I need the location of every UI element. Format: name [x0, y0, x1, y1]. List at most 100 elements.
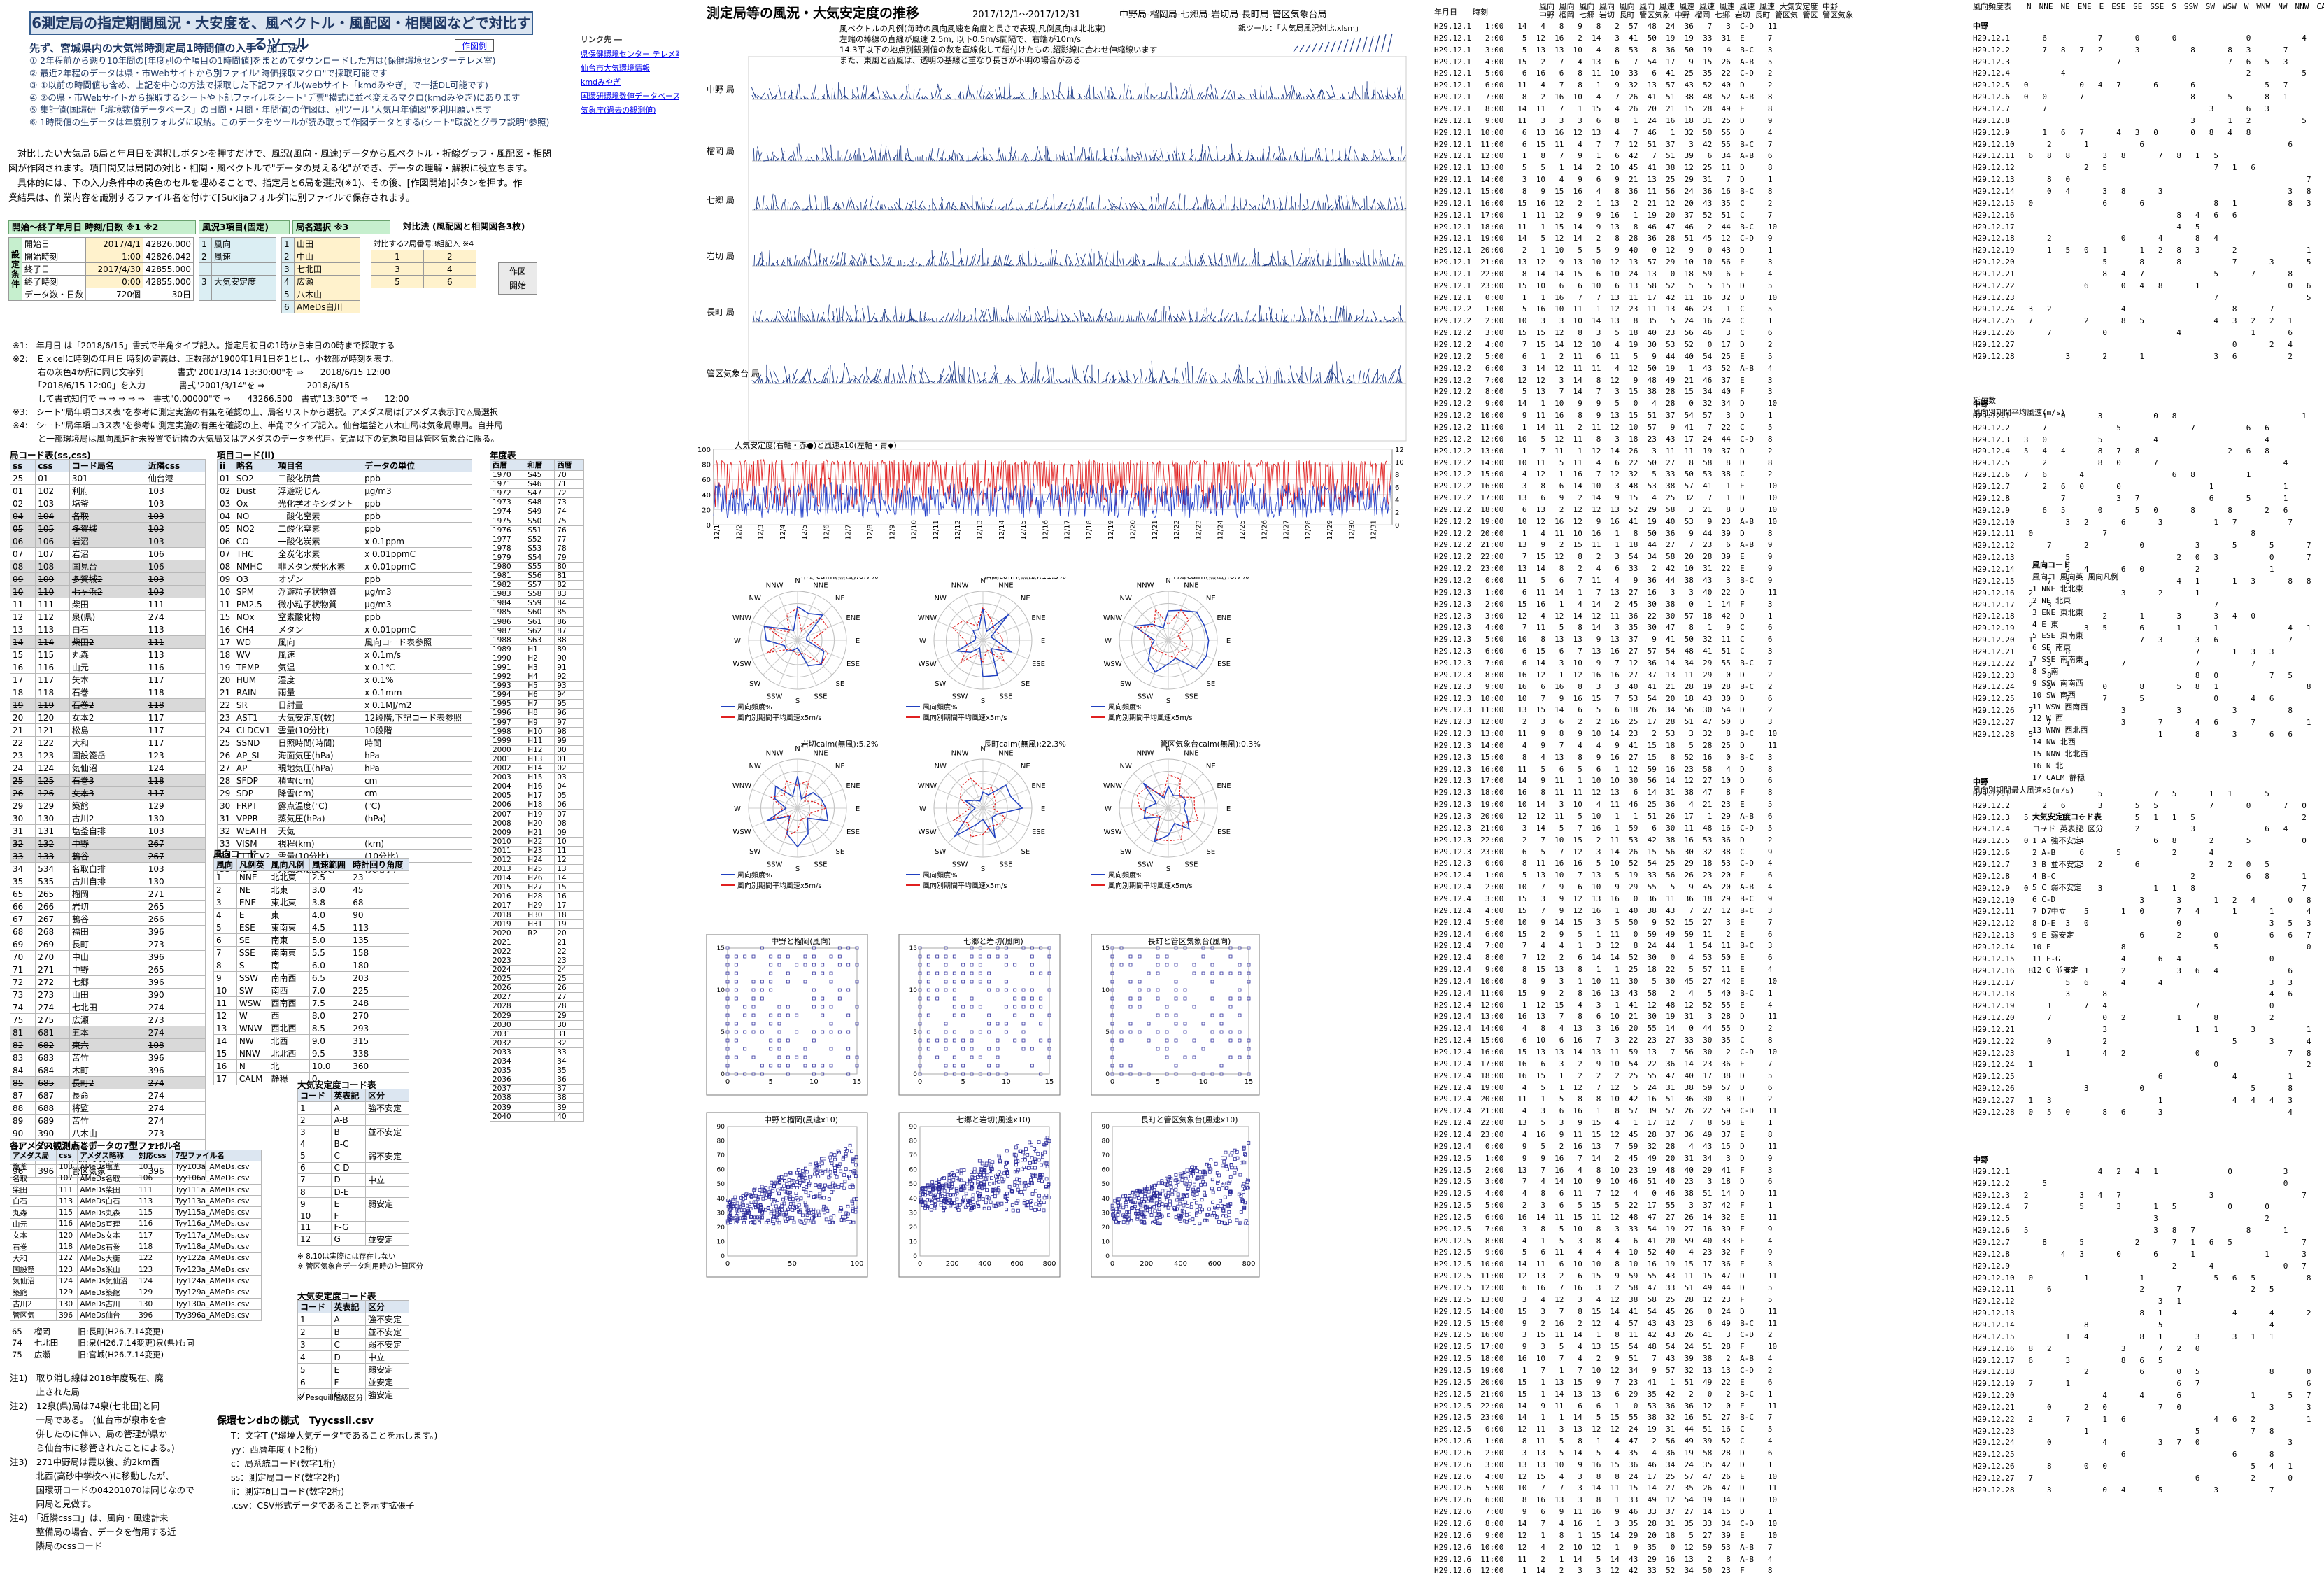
data-row: H29.12.1 16:00 15 16 12 2 1 13 2 21 12 2…: [1434, 198, 1773, 208]
station-cell: 02: [9, 497, 36, 510]
station-cell: 106: [145, 560, 206, 573]
astcode-head: コード 英表記 区分: [2032, 824, 2104, 833]
year-cell: H22: [525, 836, 555, 847]
line-xtick: 12/5: [801, 525, 809, 540]
station-cell: 大和: [69, 736, 146, 749]
stability-cell: [364, 1138, 410, 1150]
scatter-ytick: 5: [1105, 1029, 1110, 1036]
amedas-cell: 123: [56, 1263, 78, 1276]
pair-a[interactable]: 3: [371, 262, 424, 276]
station-select[interactable]: AMeDs白川: [294, 300, 361, 313]
wdcode-row: 12 W 西: [2032, 714, 2064, 723]
year-row: 2013 H25 13: [489, 864, 584, 875]
year-cell: 32: [554, 1038, 584, 1048]
amedas-cell: 129: [136, 1286, 173, 1299]
rose-dir-label: SE: [1021, 680, 1030, 688]
rose-dir-label: SE: [1021, 848, 1030, 856]
data-row: H29.12.5 23:00 14 1 1 14 5 15 55 38 32 1…: [1434, 1413, 1773, 1422]
scatter-xtick: 0: [1110, 1078, 1114, 1086]
step-5: ⑤ 集計値(国環研「環境数値データベース」の日間・月間・年間値)の作図は、別ツー…: [29, 104, 492, 115]
data-row: H29.12.3 11:00 13 15 14 6 5 6 18 26 34 5…: [1434, 705, 1773, 715]
sum-label-2: 風向別期間平均風速(m/s): [1973, 408, 2066, 417]
wind-code-cell: 8: [213, 959, 237, 972]
pair-b[interactable]: 4: [423, 262, 476, 276]
amedas-cell: Tyy118a_AMeDs.csv: [172, 1241, 262, 1253]
rose-table-row: H29.12.13 8 0 7: [1973, 175, 2311, 185]
station-cell: 11: [9, 598, 36, 611]
data-row: H29.12.3 18:00 16 8 11 11 12 13 6 14 31 …: [1434, 788, 1773, 798]
rose-table-row: H29.12.23 1 4 2 0 7 8: [1973, 1048, 2311, 1058]
link-2[interactable]: 仙台市大気環境情報: [581, 62, 679, 76]
footnote-line: 併したのに伴い、局の管理が県か: [10, 1429, 168, 1439]
station-select[interactable]: 八木山: [294, 288, 361, 301]
year-cell: 2011: [489, 845, 526, 856]
scatter-ytick: 70: [1102, 1152, 1110, 1159]
period-input[interactable]: 2017/4/30: [85, 262, 144, 276]
year-row: 1991 H3 91: [489, 662, 584, 673]
station-cell: 535: [35, 875, 70, 888]
station-cell: 123: [35, 749, 70, 762]
item-row: 16 CH4 メタン x 0.01ppmC: [217, 623, 472, 636]
station-cell: 113: [35, 623, 70, 636]
station-row: 73 273 山田 390: [9, 988, 206, 1001]
link-5[interactable]: 気象庁(過去の観測値): [581, 104, 679, 118]
year-cell: 2001: [489, 754, 526, 765]
data-row: H29.12.1 21:00 13 12 9 13 10 12 13 57 29…: [1434, 257, 1773, 267]
data-row: H29.12.5 19:00 1 7 1 7 10 12 34 9 57 32 …: [1434, 1365, 1773, 1375]
note-line: 「2018/6/15 12:00」を入力 書式"2001/3/14"を ⇒ 20…: [13, 381, 350, 390]
station-cell: 119: [35, 698, 70, 712]
stability-note2: ※ 管区気象台データ利用時の計算区分: [297, 1262, 424, 1271]
rose-dir-label: NW: [749, 763, 761, 770]
amedas-cell: AMeDs塩釜: [77, 1161, 137, 1173]
item-cell: 32: [217, 824, 234, 838]
station-select[interactable]: 山田: [294, 237, 361, 250]
period-input[interactable]: 0:00: [85, 275, 144, 288]
wind-code-cell: 北北西: [268, 1047, 310, 1060]
rose-dir-label: SE: [1206, 848, 1215, 856]
legend-arrow: [1312, 43, 1317, 52]
station-select[interactable]: 中山: [294, 250, 361, 263]
pair-a[interactable]: 1: [371, 250, 424, 263]
year-cell: [525, 1029, 555, 1039]
station-select[interactable]: 広瀬: [294, 275, 361, 288]
year-cell: [525, 955, 555, 966]
wdcode-row: 1 NNE 北北東: [2032, 584, 2083, 593]
period-input[interactable]: 1:00: [85, 250, 144, 263]
rose-table-row: H29.12.21 5 8 7 1 3 3: [1973, 647, 2311, 656]
rose-dir-label: WNW: [1103, 782, 1122, 790]
amedas-cell: 396: [56, 1309, 78, 1322]
stability-cell: C: [331, 1149, 366, 1163]
pair-a[interactable]: 5: [371, 275, 424, 288]
year-cell: 35: [554, 1066, 584, 1076]
year-cell: [525, 1056, 555, 1067]
link-4[interactable]: 国環研環境数値データベース: [581, 90, 679, 104]
pair-b[interactable]: 2: [423, 250, 476, 263]
station-cell: 111: [35, 598, 70, 611]
run-plot-button[interactable]: 作図 開始: [498, 262, 537, 295]
scatter-xtick: 0: [918, 1078, 922, 1086]
stability-cell: 弱安定: [364, 1197, 410, 1211]
step-2: ② 最近2年程のデータは県・市Webサイトから別ファイル"時価採取マクロ"で採取…: [29, 67, 388, 78]
rose-dir-label: WSW: [1103, 828, 1121, 836]
year-row: 2025 25: [489, 974, 584, 984]
station-cell: 七郷: [69, 975, 146, 989]
renamed-cell: 65: [12, 1327, 22, 1337]
period-input[interactable]: 2017/4/1: [85, 237, 144, 250]
rose-dir-label: W: [734, 805, 741, 813]
year-cell: H26: [525, 873, 555, 884]
year-cell: 2020: [489, 928, 526, 938]
link-1[interactable]: 県保健環境センター テレメ室: [581, 48, 679, 62]
year-cell: H24: [525, 854, 555, 866]
scatter-title: 長町と管区気象台(風速x10): [1140, 1115, 1238, 1124]
stability-cell: B-C: [331, 1138, 366, 1150]
link-3[interactable]: kmdみやぎ: [581, 76, 679, 90]
chart-sheet: 測定局等の風況・大気安定度の推移 2017/12/1～2017/12/31 中野…: [693, 0, 1413, 1596]
item-cell: AP: [233, 761, 276, 775]
pair-b[interactable]: 6: [423, 275, 476, 288]
station-row: 88 688 将監 274: [9, 1101, 206, 1115]
example-link[interactable]: 作図例: [455, 39, 494, 52]
amedas-cell: 106: [136, 1172, 173, 1185]
data-row: H29.12.5 18:00 16 10 7 4 2 9 51 7 43 39 …: [1434, 1354, 1773, 1364]
station-select[interactable]: 七北田: [294, 262, 361, 276]
rose-table-row: H29.12.28 5 1 8 3 6 6: [1973, 729, 2311, 739]
